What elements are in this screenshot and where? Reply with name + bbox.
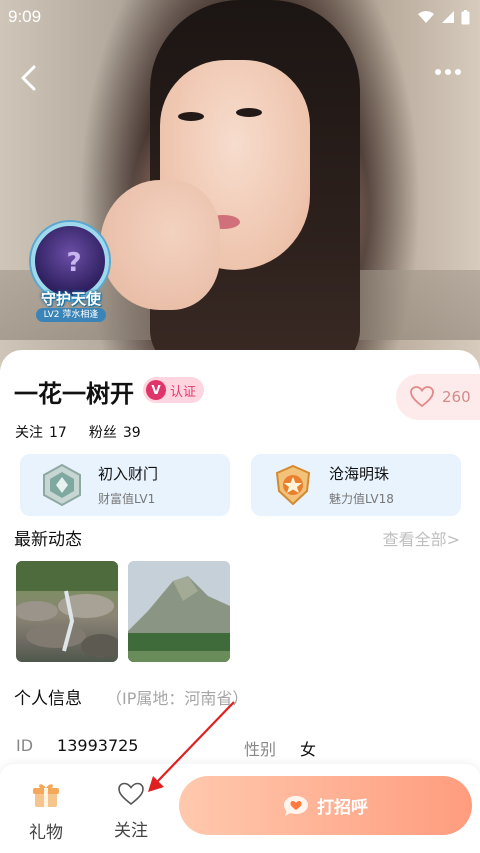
- back-arrow-icon[interactable]: [14, 62, 46, 94]
- hooded-figure-icon: ?: [66, 248, 82, 278]
- status-bar: 9:09: [0, 0, 480, 34]
- signal-icon: [442, 11, 454, 23]
- battery-icon: [461, 9, 470, 24]
- follow-button[interactable]: 关注: [101, 782, 161, 841]
- greet-label: 打招呼: [317, 798, 368, 818]
- fans-stat[interactable]: 粉丝 39: [89, 422, 141, 442]
- id-label: ID: [16, 736, 34, 755]
- wifi-icon: [418, 11, 434, 23]
- wealth-badge-icon: [43, 463, 81, 507]
- wealth-level-subtitle: 财富值LV1: [98, 492, 156, 506]
- verified-label: 认证: [170, 384, 197, 400]
- personal-info-title: 个人信息: [14, 689, 82, 709]
- view-all-link[interactable]: 查看全部>: [383, 526, 460, 550]
- id-value: 13993725: [57, 736, 139, 755]
- greet-button[interactable]: 打招呼: [179, 776, 472, 835]
- gender-value: 女: [300, 740, 317, 759]
- moment-thumbnail[interactable]: [128, 561, 230, 662]
- charm-level-card[interactable]: 沧海明珠 魅力值LV18: [251, 454, 461, 516]
- eye-left: [178, 112, 204, 121]
- mountain-landscape-image: [128, 561, 230, 662]
- follow-label: 关注: [114, 821, 148, 841]
- moments-title: 最新动态: [14, 530, 82, 550]
- charm-level-subtitle: 魅力值LV18: [329, 492, 394, 506]
- following-count: 17: [49, 425, 67, 441]
- gift-label: 礼物: [29, 823, 63, 843]
- guardian-badge[interactable]: ? 守护天使 LV2 萍水相逢: [22, 222, 120, 324]
- heart-outline-icon: [410, 386, 434, 408]
- status-icons: [417, 9, 470, 25]
- wealth-level-title: 初入财门: [98, 465, 159, 483]
- gift-button[interactable]: 礼物: [16, 782, 76, 843]
- gender-row: 性别 女: [244, 736, 316, 760]
- status-time: 9:09: [8, 7, 42, 26]
- follow-stats: 关注 17 粉丝 39: [15, 422, 141, 442]
- fans-label: 粉丝: [88, 425, 117, 441]
- gender-label: 性别: [244, 740, 277, 759]
- id-row: ID 13993725: [16, 736, 138, 755]
- guardian-level: LV2 萍水相逢: [36, 308, 106, 322]
- more-options-icon[interactable]: [430, 60, 466, 84]
- profile-name: 一花一树开: [14, 380, 134, 408]
- charm-level-title: 沧海明珠: [329, 465, 390, 483]
- guardian-title: 守护天使: [40, 290, 101, 308]
- wealth-level-card[interactable]: 初入财门 财富值LV1: [20, 454, 230, 516]
- following-label: 关注: [15, 425, 43, 441]
- verified-badge: V 认证: [143, 377, 205, 403]
- verified-v-icon: V: [146, 380, 166, 400]
- heart-outline-icon: [118, 782, 144, 806]
- bottom-action-bar: 礼物 关注 打招呼: [0, 764, 480, 853]
- fans-count: 39: [122, 425, 141, 441]
- eye-right: [236, 108, 262, 117]
- chat-heart-icon: [284, 795, 308, 816]
- charm-badge-icon: [275, 464, 311, 506]
- like-count: 260: [442, 388, 471, 406]
- following-stat[interactable]: 关注 17: [15, 422, 67, 442]
- moment-thumbnail[interactable]: [16, 561, 118, 662]
- gift-box-icon: [33, 784, 59, 807]
- ip-location: （IP属地：河南省）: [106, 689, 249, 708]
- like-button[interactable]: 260: [396, 374, 480, 420]
- waterfall-rocks-image: [16, 561, 118, 658]
